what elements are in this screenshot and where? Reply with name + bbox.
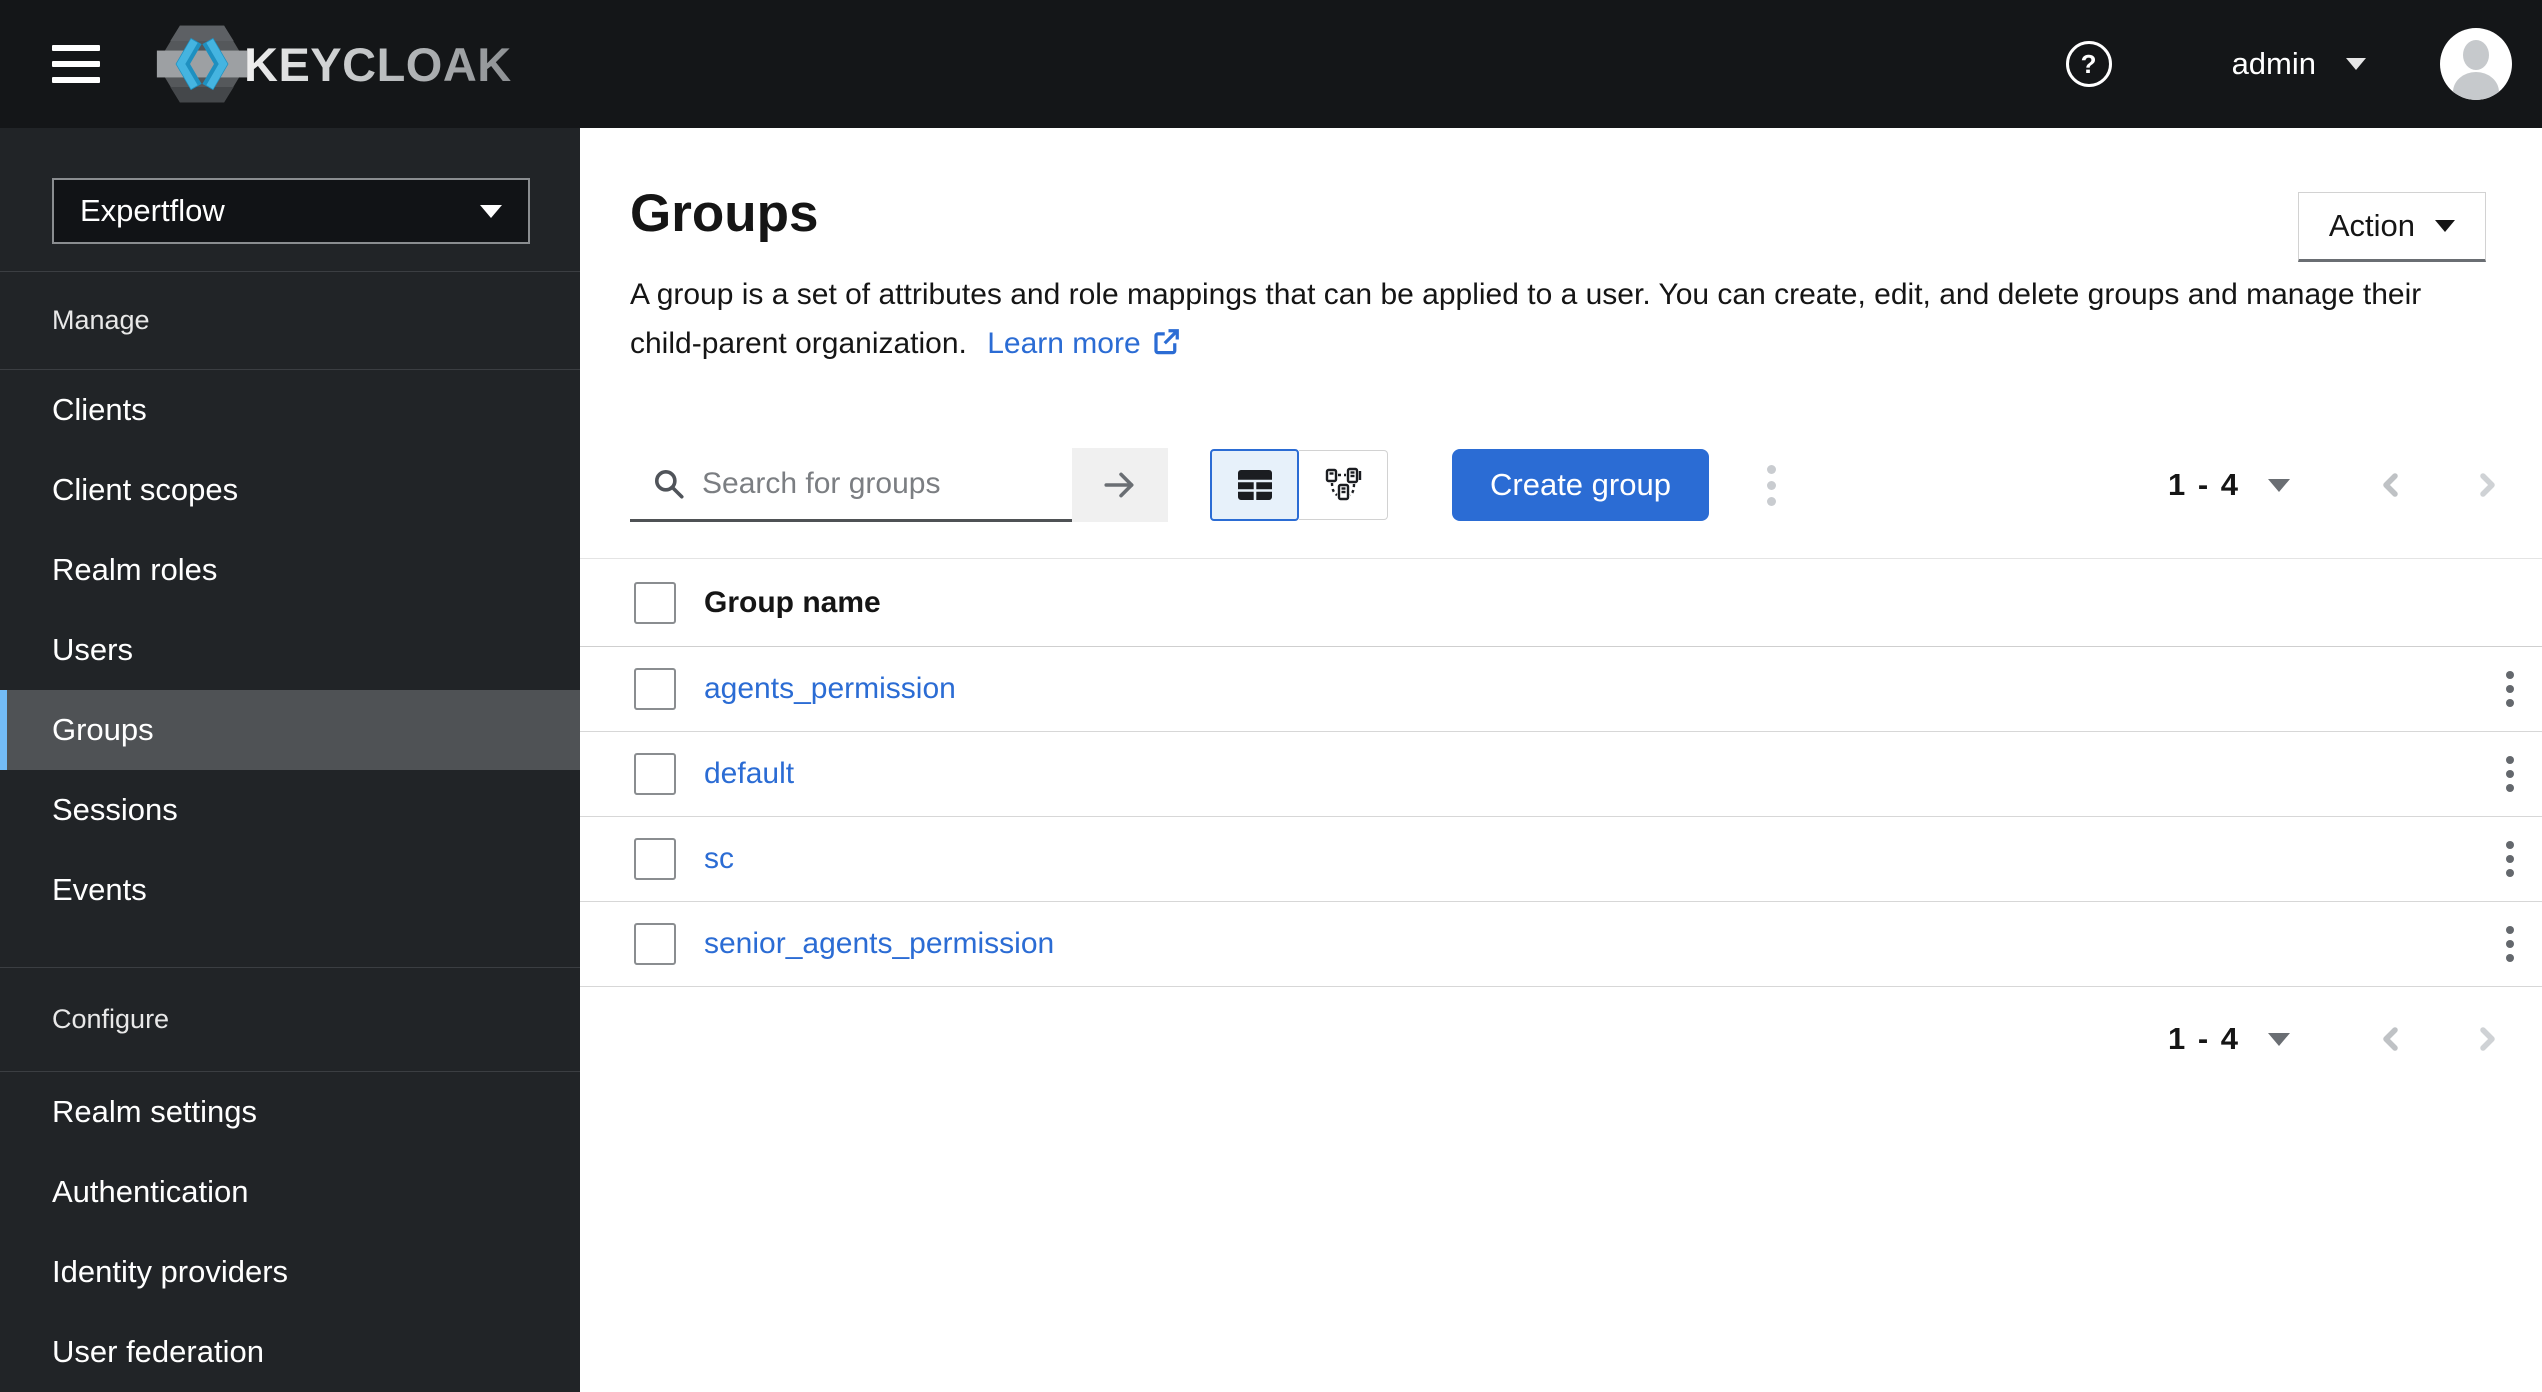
table-header-row: Group name [580,558,2542,647]
sidebar-item-clients[interactable]: Clients [0,370,580,450]
create-group-button[interactable]: Create group [1452,449,1709,521]
row-kebab-menu-icon[interactable] [2506,668,2514,710]
search-field [630,448,1072,522]
nav-list-manage: Clients Client scopes Realm roles Users … [0,370,580,930]
column-header-group-name: Group name [704,585,881,619]
pagination-prev-button[interactable] [2376,468,2406,502]
keycloak-logo: KEYCLOAK [154,16,512,112]
avatar-head [2463,40,2489,70]
row-checkbox[interactable] [634,923,676,965]
page-description: A group is a set of attributes and role … [630,278,2422,360]
action-dropdown-button[interactable]: Action [2297,192,2486,262]
realm-name: Expertflow [80,193,225,228]
row-checkbox[interactable] [634,753,676,795]
page-title: Groups [630,184,819,243]
row-kebab-menu-icon[interactable] [2506,838,2514,880]
table-view-icon [1237,470,1272,500]
chevron-right-icon [2480,1027,2495,1051]
chevron-left-icon [2383,1027,2398,1051]
table-row: agents_permission [580,647,2542,732]
group-link[interactable]: agents_permission [704,672,956,706]
pagination-next-button[interactable] [2472,1022,2502,1056]
select-all-checkbox[interactable] [634,581,676,624]
masthead-actions: ? admin [2065,28,2512,100]
learn-more-link[interactable]: Learn more [987,327,1180,360]
groups-table: Group name agents_permission default sc … [580,558,2542,987]
groups-toolbar: Create group 1 - 4 [630,448,2502,522]
table-row: sc [580,817,2542,902]
avatar-body [2453,72,2499,100]
page-header: Groups Action A group is a set of attrib… [580,128,2542,368]
sidebar-item-events[interactable]: Events [0,850,580,930]
pagination-bottom: 1 - 4 [2168,1021,2502,1057]
sidebar-item-user-federation[interactable]: User federation [0,1312,580,1392]
user-menu-label[interactable]: admin [2232,46,2316,82]
avatar[interactable] [2440,28,2512,100]
table-view-toggle[interactable] [1210,449,1299,521]
realm-switcher[interactable]: Expertflow [52,178,530,244]
nav-list-configure: Realm settings Authentication Identity p… [0,1072,580,1392]
help-icon[interactable]: ? [2065,41,2112,87]
row-checkbox[interactable] [634,838,676,880]
sidebar-item-client-scopes[interactable]: Client scopes [0,450,580,530]
toolbar-kebab-menu-icon[interactable] [1766,461,1776,509]
external-link-icon [1154,329,1179,355]
chevron-right-icon [2480,473,2495,497]
table-row: default [580,732,2542,817]
view-toggle-group [1210,449,1388,521]
nav-section-configure: Configure [0,968,580,1072]
group-link[interactable]: default [704,757,794,791]
table-row: senior_agents_permission [580,902,2542,987]
search-icon [654,469,684,499]
row-checkbox[interactable] [634,668,676,710]
keycloak-admin-console: KEYCLOAK ? admin Expertflow Manage Clien… [0,0,2542,1392]
main-content: Groups Action A group is a set of attrib… [580,128,2542,1392]
pagination-prev-button[interactable] [2376,1022,2406,1056]
pagination-range: 1 - 4 [2167,467,2240,502]
sidebar-item-groups[interactable]: Groups [0,690,580,770]
pagination-range: 1 - 4 [2167,1021,2240,1056]
arrow-right-icon [1104,472,1134,498]
sidebar: Expertflow Manage Clients Client scopes … [0,128,580,1392]
search-group [630,448,1168,522]
search-input[interactable] [686,466,1012,501]
nav-section-manage: Manage [0,272,580,370]
group-link[interactable]: sc [704,842,734,876]
brand-text: KEYCLOAK [244,37,512,91]
sidebar-item-sessions[interactable]: Sessions [0,770,580,850]
hamburger-menu-icon[interactable] [52,45,100,83]
pagination-options-caret-icon[interactable] [2268,1032,2290,1046]
group-link[interactable]: senior_agents_permission [704,927,1054,961]
sidebar-item-realm-settings[interactable]: Realm settings [0,1072,580,1152]
row-kebab-menu-icon[interactable] [2506,923,2514,965]
chevron-down-icon[interactable] [2346,58,2366,70]
chevron-left-icon [2383,473,2398,497]
pagination-top: 1 - 4 [2168,467,2502,503]
chevron-down-icon [480,204,502,218]
pagination-next-button[interactable] [2472,468,2502,502]
masthead: KEYCLOAK ? admin [0,0,2542,128]
row-kebab-menu-icon[interactable] [2506,753,2514,795]
tree-view-toggle[interactable] [1299,450,1388,520]
pagination-bottom-row: 1 - 4 [580,1021,2502,1057]
sidebar-item-identity-providers[interactable]: Identity providers [0,1232,580,1312]
pagination-options-caret-icon[interactable] [2268,478,2290,492]
sidebar-item-realm-roles[interactable]: Realm roles [0,530,580,610]
search-submit-button[interactable] [1072,448,1168,522]
sidebar-item-authentication[interactable]: Authentication [0,1152,580,1232]
tree-view-icon [1325,467,1362,501]
sidebar-item-users[interactable]: Users [0,610,580,690]
keycloak-hexagon-icon [156,25,248,103]
chevron-down-icon [2435,220,2455,232]
